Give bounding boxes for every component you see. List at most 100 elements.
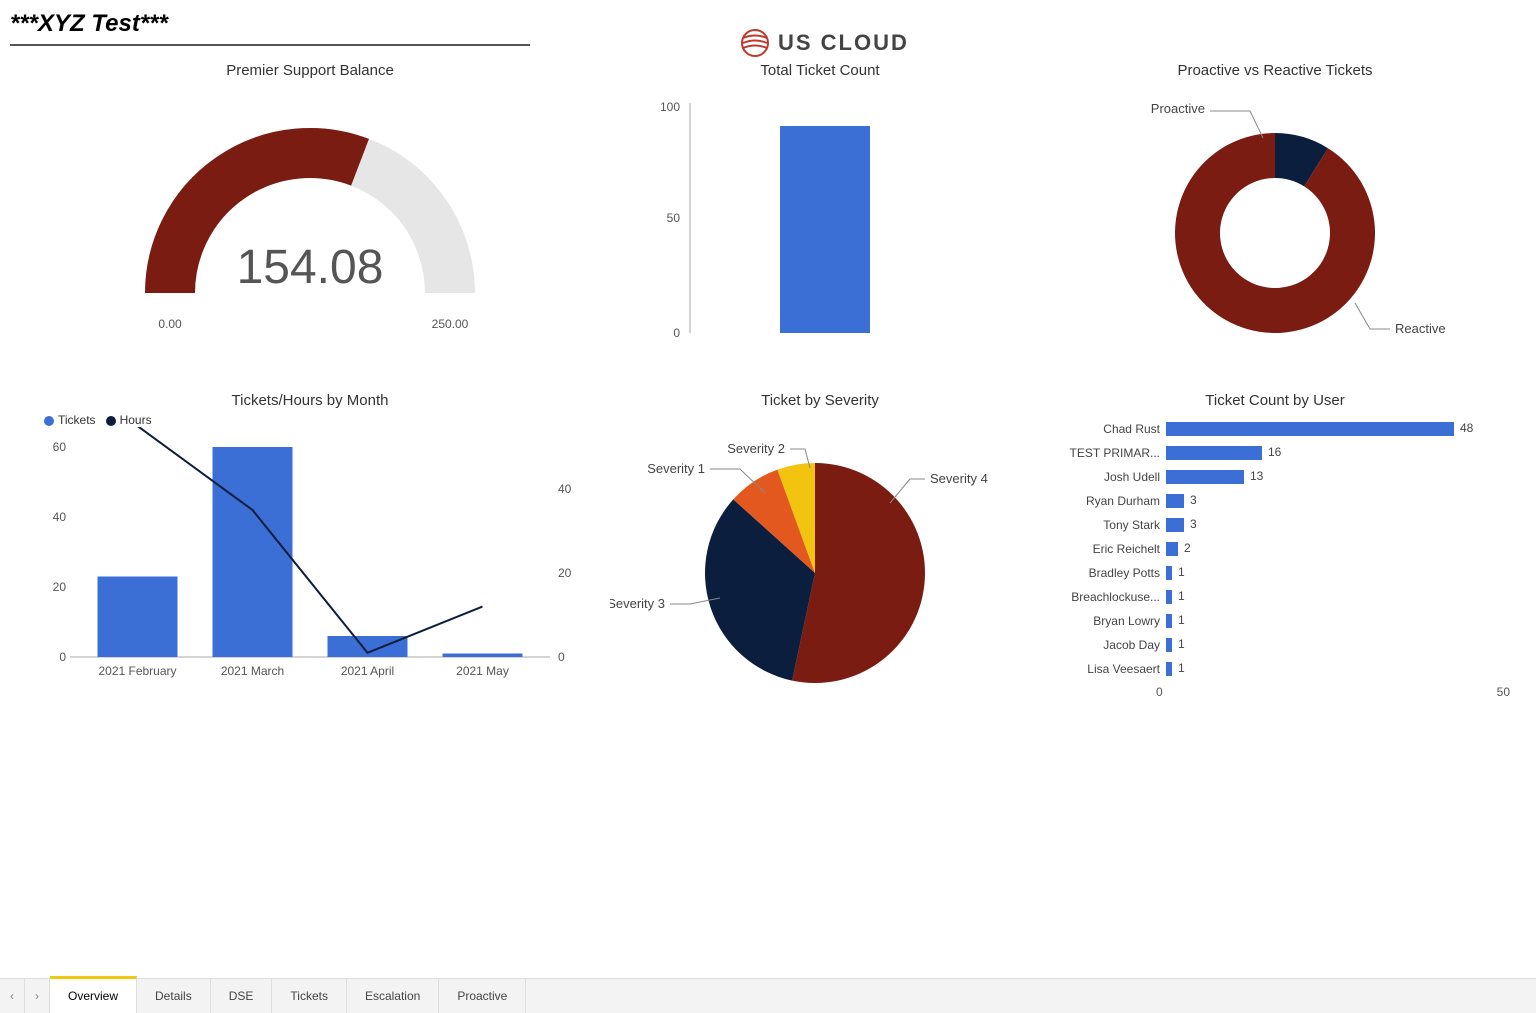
brand-text: US CLOUD (778, 30, 909, 56)
user-bar-row: Lisa Veesaert 1 (1050, 657, 1480, 681)
user-value: 1 (1178, 589, 1185, 603)
pie-chart: Severity 4 Severity 3 Severity 1 Severit… (610, 413, 1030, 703)
user-label: Ryan Durham (1050, 494, 1166, 508)
svg-text:20: 20 (53, 580, 67, 594)
gauge-chart: 154.08 0.00 250.00 (90, 83, 530, 343)
pie-label-s4: Severity 4 (930, 471, 988, 486)
user-label: Jacob Day (1050, 638, 1166, 652)
tile-title: Tickets/Hours by Month (20, 392, 600, 409)
tab-overview[interactable]: Overview (50, 976, 137, 1013)
user-bar (1166, 518, 1184, 532)
user-value: 3 (1190, 517, 1197, 531)
user-label: TEST PRIMAR... (1050, 446, 1166, 460)
svg-text:100: 100 (660, 100, 680, 114)
svg-text:2021 May: 2021 May (456, 664, 509, 678)
user-value: 48 (1460, 421, 1473, 435)
user-value: 13 (1250, 469, 1263, 483)
user-label: Josh Udell (1050, 470, 1166, 484)
report-header: ***XYZ Test*** US CLOUD (0, 0, 1536, 46)
svg-text:40: 40 (558, 482, 572, 496)
user-bar-row: Eric Reichelt 2 (1050, 537, 1480, 561)
svg-text:2021 April: 2021 April (341, 664, 394, 678)
tile-title: Proactive vs Reactive Tickets (1040, 62, 1510, 79)
tab-details[interactable]: Details (137, 979, 211, 1013)
legend-dot-tickets (44, 416, 54, 426)
user-bar-row: Breachlockuse... 1 (1050, 585, 1480, 609)
svg-text:0: 0 (673, 326, 680, 340)
user-bar-row: Bryan Lowry1 (1050, 609, 1480, 633)
brand-logo: US CLOUD (740, 28, 909, 58)
user-label: Tony Stark (1050, 518, 1166, 532)
svg-text:2021 February: 2021 February (98, 664, 176, 678)
svg-text:20: 20 (558, 566, 572, 580)
user-label: Eric Reichelt (1050, 542, 1166, 556)
donut-chart: Proactive Reactive (1085, 83, 1465, 363)
user-value: 2 (1184, 541, 1191, 555)
tab-prev-button[interactable]: ‹ (0, 979, 25, 1013)
user-bar-row: Josh Udell 13 (1050, 465, 1480, 489)
user-bar-row: TEST PRIMAR... 16 (1050, 441, 1480, 465)
pie-label-s2: Severity 2 (727, 441, 785, 456)
user-bar-row: Tony Stark 3 (1050, 513, 1480, 537)
user-value: 1 (1178, 637, 1185, 651)
user-bar-row: Ryan Durham 3 (1050, 489, 1480, 513)
tab-next-button[interactable]: › (25, 979, 50, 1013)
pie-label-s3: Severity 3 (610, 596, 665, 611)
user-bar (1166, 566, 1172, 580)
user-value: 3 (1190, 493, 1197, 507)
legend-dot-hours (106, 416, 116, 426)
user-value: 16 (1268, 445, 1281, 459)
total-bar (780, 126, 870, 333)
user-label: Bradley Potts (1050, 566, 1166, 580)
combo-legend: Tickets Hours (20, 413, 600, 427)
tile-ticket-severity[interactable]: Ticket by Severity Severity 4 Severity 3… (600, 386, 1040, 716)
tile-ticket-count-user[interactable]: Ticket Count by User Chad Rust 48 TEST PRI… (1040, 386, 1510, 716)
page-tab-bar: ‹ › Overview Details DSE Tickets Escalat… (0, 978, 1536, 1013)
user-bar (1166, 446, 1262, 460)
visual-grid: Premier Support Balance 154.08 0.00 250.… (0, 46, 1536, 716)
user-bar (1166, 614, 1172, 628)
user-value: 1 (1178, 661, 1185, 675)
user-bar (1166, 590, 1172, 604)
tab-proactive[interactable]: Proactive (439, 979, 526, 1013)
gauge-min: 0.00 (158, 317, 182, 331)
svg-text:40: 40 (53, 510, 67, 524)
user-bar-row: Jacob Day 1 (1050, 633, 1480, 657)
tab-escalation[interactable]: Escalation (347, 979, 439, 1013)
combo-chart: 0 20 40 60 0 20 40 2021 February 2021 March 2021 … (30, 427, 590, 697)
users-x-axis: 0 50 (1040, 685, 1510, 699)
user-bar-row: Bradley Potts 1 (1050, 561, 1480, 585)
user-bar (1166, 494, 1184, 508)
tile-title: Ticket Count by User (1040, 392, 1510, 409)
donut-label-proactive: Proactive (1151, 101, 1205, 116)
user-label: Lisa Veesaert (1050, 662, 1166, 676)
tile-title: Premier Support Balance (20, 62, 600, 79)
users-bars: Chad Rust48TEST PRIMAR...16Josh Udell13R… (1040, 413, 1510, 681)
user-bar (1166, 422, 1454, 436)
pie-label-s1: Severity 1 (647, 461, 705, 476)
report-canvas: ***XYZ Test*** US CLOUD Premier Support … (0, 0, 1536, 1013)
tab-dse[interactable]: DSE (211, 979, 273, 1013)
svg-text:0: 0 (558, 650, 565, 664)
user-bar (1166, 662, 1172, 676)
user-bar-row: Chad Rust 48 (1050, 417, 1480, 441)
user-label: Breachlockuse... (1050, 590, 1166, 604)
tile-title: Total Ticket Count (600, 62, 1040, 79)
tile-tickets-hours-month[interactable]: Tickets/Hours by Month Tickets Hours 0 20… (20, 386, 600, 716)
svg-text:0: 0 (59, 650, 66, 664)
tile-premier-support-balance[interactable]: Premier Support Balance 154.08 0.00 250.… (20, 56, 600, 386)
user-bar (1166, 638, 1172, 652)
tab-tickets[interactable]: Tickets (272, 979, 347, 1013)
user-label: Bryan Lowry (1050, 614, 1166, 628)
svg-text:2021 March: 2021 March (221, 664, 284, 678)
tile-proactive-reactive[interactable]: Proactive vs Reactive Tickets Proactive … (1040, 56, 1510, 386)
user-label: Chad Rust (1050, 422, 1166, 436)
tile-total-ticket-count[interactable]: Total Ticket Count 0 50 100 (600, 56, 1040, 386)
gauge-value: 154.08 (237, 241, 384, 294)
globe-icon (740, 28, 770, 58)
total-bar-chart: 0 50 100 (630, 83, 1010, 363)
user-value: 1 (1178, 565, 1185, 579)
svg-text:50: 50 (667, 211, 681, 225)
svg-text:60: 60 (53, 440, 67, 454)
donut-label-reactive: Reactive (1395, 321, 1446, 336)
